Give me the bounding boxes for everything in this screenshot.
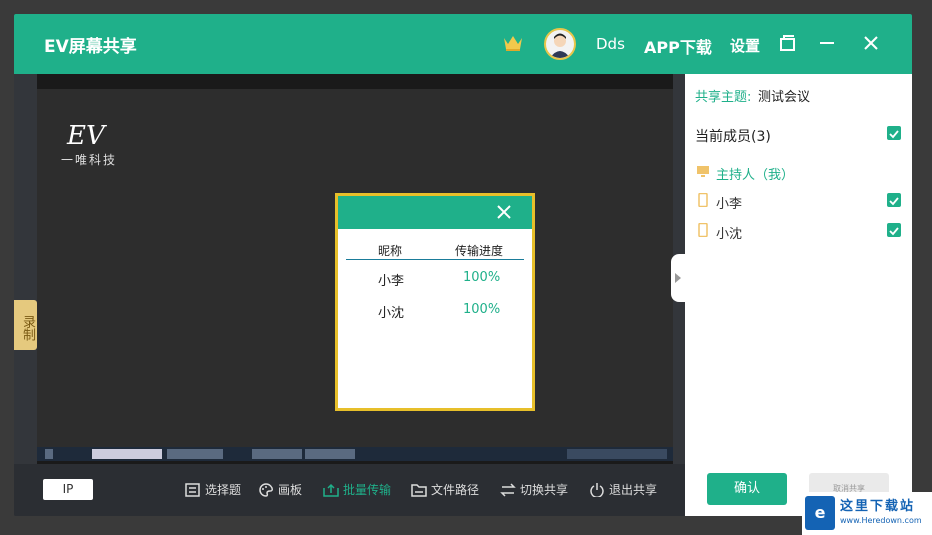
title-bar: EV屏幕共享 Dds APP下载 设置	[14, 14, 912, 74]
caret-left-icon	[675, 273, 681, 283]
taskbar-item	[252, 449, 302, 459]
taskbar-item	[167, 449, 223, 459]
remote-taskbar	[37, 447, 673, 461]
ev-logo: EV	[67, 121, 105, 151]
watermark-title: 这里下载站	[840, 499, 916, 514]
tool-batch-transfer[interactable]: 批量传输	[323, 481, 391, 499]
header-divider	[346, 259, 524, 260]
member-host: 主持人（我）	[716, 168, 795, 183]
watermark-logo-icon: e	[805, 496, 835, 530]
record-tab[interactable]: 录制	[14, 300, 37, 350]
tool-label: 切换共享	[520, 483, 569, 497]
members-panel: 共享主题: 测试会议 当前成员(3) 主持人（我） 小李 小沈 确认 取消共享	[685, 74, 912, 516]
minimize-icon[interactable]	[816, 32, 838, 54]
shared-screen-area: EV 一唯科技 录制 昵称 传输进度 小李 100% 小沈 100% IP 选择…	[14, 74, 685, 516]
topic-label: 共享主题:	[695, 90, 752, 105]
switch-icon	[500, 483, 516, 497]
dialog-close-icon[interactable]	[494, 202, 514, 222]
ip-button[interactable]: IP	[43, 479, 93, 500]
tool-quiz[interactable]: 选择题	[185, 481, 241, 499]
app-download-link[interactable]: APP下载	[644, 34, 712, 58]
user-avatar-icon	[550, 33, 570, 58]
tool-label: 画板	[278, 483, 303, 497]
members-title: 当前成员(3)	[695, 129, 771, 145]
logo-subtitle: 一唯科技	[61, 153, 118, 167]
tool-label: 退出共享	[609, 483, 658, 497]
app-title: EV屏幕共享	[44, 37, 137, 57]
avatar[interactable]	[544, 28, 576, 60]
select-all-checkbox[interactable]	[887, 126, 901, 140]
tool-file-path[interactable]: 文件路径	[411, 481, 479, 499]
settings-link[interactable]: 设置	[730, 35, 760, 56]
check-icon	[889, 197, 899, 206]
col-nickname: 昵称	[378, 244, 403, 258]
row-progress: 100%	[463, 270, 501, 285]
member-checkbox[interactable]	[887, 223, 901, 237]
dialog-header	[338, 196, 532, 229]
check-icon	[889, 130, 899, 139]
list-icon	[185, 483, 200, 497]
row-progress: 100%	[463, 302, 501, 317]
taskbar-item	[305, 449, 355, 459]
row-name: 小沈	[378, 306, 405, 321]
member-checkbox[interactable]	[887, 193, 901, 207]
tool-switch-share[interactable]: 切换共享	[500, 481, 568, 499]
app-window: EV屏幕共享 Dds APP下载 设置 EV 一唯科技 录制 昵称 传输进度 小…	[14, 14, 912, 516]
site-watermark: e 这里下载站 www.Heredown.com	[802, 492, 932, 535]
phone-icon	[698, 193, 708, 207]
upload-icon	[323, 483, 339, 497]
tool-label: 选择题	[205, 483, 242, 497]
check-icon	[889, 227, 899, 236]
taskbar-search	[92, 449, 162, 459]
row-name: 小李	[378, 274, 405, 289]
tool-label: 文件路径	[431, 483, 480, 497]
crown-icon[interactable]	[502, 34, 524, 52]
topic-value: 测试会议	[758, 90, 811, 105]
close-icon[interactable]	[860, 32, 882, 54]
member-name: 小沈	[716, 227, 743, 242]
monitor-icon	[697, 166, 709, 177]
member-name: 小李	[716, 197, 743, 212]
watermark-url: www.Heredown.com	[840, 516, 922, 525]
taskbar-tray	[567, 449, 667, 459]
restore-icon[interactable]	[777, 32, 799, 54]
transfer-progress-dialog: 昵称 传输进度 小李 100% 小沈 100%	[335, 193, 535, 411]
folder-icon	[411, 484, 427, 497]
tool-exit-share[interactable]: 退出共享	[589, 481, 657, 499]
panel-collapse-handle[interactable]	[671, 254, 685, 302]
bottom-toolbar: IP 选择题 画板 批量传输 文件路径 切换共享 退出共享	[14, 464, 685, 516]
tool-drawing-board[interactable]: 画板	[258, 481, 302, 499]
col-progress: 传输进度	[455, 244, 504, 258]
confirm-button[interactable]: 确认	[707, 473, 787, 505]
phone-icon	[698, 223, 708, 237]
power-icon	[590, 483, 604, 497]
palette-icon	[259, 483, 273, 497]
username[interactable]: Dds	[596, 35, 625, 53]
tool-label: 批量传输	[343, 483, 392, 497]
taskbar-start-icon	[45, 449, 53, 459]
